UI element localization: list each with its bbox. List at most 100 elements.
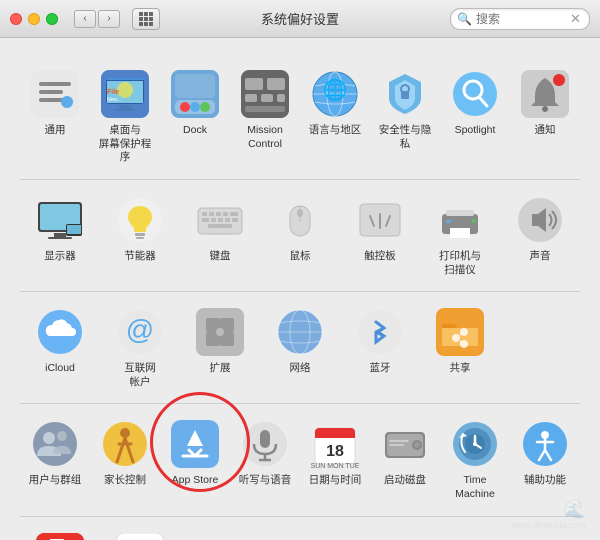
mouse-label: 鼠标: [290, 250, 311, 264]
pref-dictation[interactable]: 听写与语音: [230, 414, 300, 492]
pref-accessibility[interactable]: 辅助功能: [510, 414, 580, 492]
close-button[interactable]: [10, 13, 22, 25]
startup-disk-icon: [379, 418, 431, 470]
bluetooth-label: 蓝牙: [370, 362, 391, 376]
pref-internet-accounts[interactable]: @ 互联网帐户: [100, 302, 180, 393]
pref-energy[interactable]: 节能器: [100, 190, 180, 268]
pref-flash-player[interactable]: Flash Player: [20, 527, 100, 540]
bluetooth-icon: [354, 306, 406, 358]
pref-network[interactable]: 网络: [260, 302, 340, 380]
sound-label: 声音: [530, 250, 551, 264]
traffic-lights: [10, 13, 58, 25]
accessibility-icon: [519, 418, 571, 470]
pref-users-groups[interactable]: 用户与群组: [20, 414, 90, 492]
displays-icon: [34, 194, 86, 246]
date-time-icon: 18 SUN MON TUE: [309, 418, 361, 470]
mouse-icon: [274, 194, 326, 246]
watermark: 🌊 www.downxia.com: [512, 499, 586, 530]
pref-icloud[interactable]: iCloud: [20, 302, 100, 380]
date-time-label: 日期与时间: [309, 474, 362, 488]
general-icon: [29, 68, 81, 120]
section-other: Flash Player NTFS NTFS forMac OS X: [20, 517, 580, 540]
pref-general[interactable]: 通用: [20, 64, 90, 142]
sharing-icon: [434, 306, 486, 358]
mission-control-label: MissionControl: [247, 124, 283, 151]
trackpad-icon: [354, 194, 406, 246]
forward-button[interactable]: ›: [98, 10, 120, 28]
language-label: 语言与地区: [309, 124, 362, 138]
pref-security[interactable]: 安全性与隐私: [370, 64, 440, 155]
pref-time-machine[interactable]: Time Machine: [440, 414, 510, 505]
icloud-label: iCloud: [45, 362, 75, 376]
internet-accounts-label: 互联网帐户: [124, 362, 156, 389]
accessibility-label: 辅助功能: [524, 474, 566, 488]
pref-sound[interactable]: 声音: [500, 190, 580, 268]
dictation-label: 听写与语音: [239, 474, 292, 488]
notifications-label: 通知: [535, 124, 556, 138]
flash-player-icon: [34, 531, 86, 540]
time-machine-label: Time Machine: [444, 474, 506, 501]
pref-displays[interactable]: 显示器: [20, 190, 100, 268]
mission-control-icon: [239, 68, 291, 120]
pref-language[interactable]: 🌐 语言与地区: [300, 64, 370, 142]
grid-view-button[interactable]: [132, 8, 160, 30]
search-clear-icon[interactable]: ✕: [570, 11, 581, 27]
pref-mouse[interactable]: 鼠标: [260, 190, 340, 268]
pref-printers[interactable]: 打印机与扫描仪: [420, 190, 500, 281]
desktop-label: 桌面与屏幕保护程序: [94, 124, 156, 165]
dock-label: Dock: [183, 124, 207, 138]
pref-dock[interactable]: Dock: [160, 64, 230, 142]
section-hardware: 显示器 节能器: [20, 180, 580, 292]
grid-icon: [139, 12, 153, 26]
section-system: 用户与群组 家长控制: [20, 404, 580, 516]
pref-desktop-screensaver[interactable]: File New... 桌面与屏幕保护程序: [90, 64, 160, 169]
minimize-button[interactable]: [28, 13, 40, 25]
desktop-icon: File New...: [99, 68, 151, 120]
pref-parental-controls[interactable]: 家长控制: [90, 414, 160, 492]
pref-notifications[interactable]: 通知: [510, 64, 580, 142]
watermark-site: www.downxia.com: [512, 520, 586, 530]
svg-text:File: File: [107, 89, 119, 96]
dock-icon: [169, 68, 221, 120]
section-internet: iCloud @ 互联网帐户: [20, 292, 580, 404]
search-input[interactable]: [476, 12, 566, 26]
pref-keyboard[interactable]: 键盘: [180, 190, 260, 268]
titlebar: ‹ › 系统偏好设置 🔍 ✕: [0, 0, 600, 38]
language-icon: 🌐: [309, 68, 361, 120]
preferences-content: 通用 File New... 桌面与屏幕保护程序: [0, 38, 600, 540]
svg-text:New...: New...: [107, 97, 121, 103]
energy-label: 节能器: [124, 250, 156, 264]
displays-label: 显示器: [44, 250, 76, 264]
svg-text:18: 18: [326, 443, 344, 460]
back-button[interactable]: ‹: [74, 10, 96, 28]
network-label: 网络: [290, 362, 311, 376]
sharing-label: 共享: [450, 362, 471, 376]
network-icon: [274, 306, 326, 358]
window-title: 系统偏好设置: [261, 9, 339, 28]
trackpad-label: 触控板: [364, 250, 396, 264]
startup-disk-label: 启动磁盘: [384, 474, 426, 488]
section-personal: 通用 File New... 桌面与屏幕保护程序: [20, 54, 580, 180]
extensions-icon: [194, 306, 246, 358]
pref-bluetooth[interactable]: 蓝牙: [340, 302, 420, 380]
pref-date-time[interactable]: 18 SUN MON TUE 日期与时间: [300, 414, 370, 492]
users-groups-label: 用户与群组: [29, 474, 82, 488]
maximize-button[interactable]: [46, 13, 58, 25]
pref-spotlight[interactable]: Spotlight: [440, 64, 510, 142]
pref-startup-disk[interactable]: 启动磁盘: [370, 414, 440, 492]
svg-text:SUN MON TUE: SUN MON TUE: [311, 463, 359, 468]
pref-ntfs[interactable]: NTFS NTFS forMac OS X: [100, 527, 180, 540]
parental-controls-icon: [99, 418, 151, 470]
printers-icon: [434, 194, 486, 246]
pref-mission-control[interactable]: MissionControl: [230, 64, 300, 155]
icloud-icon: [34, 306, 86, 358]
app-store-icon: [169, 418, 221, 470]
pref-trackpad[interactable]: 触控板: [340, 190, 420, 268]
dictation-icon: [239, 418, 291, 470]
search-icon: 🔍: [457, 12, 472, 26]
search-box[interactable]: 🔍 ✕: [450, 8, 590, 30]
pref-extensions[interactable]: 扩展: [180, 302, 260, 380]
pref-app-store[interactable]: App Store: [160, 414, 230, 492]
energy-icon: [114, 194, 166, 246]
pref-sharing[interactable]: 共享: [420, 302, 500, 380]
